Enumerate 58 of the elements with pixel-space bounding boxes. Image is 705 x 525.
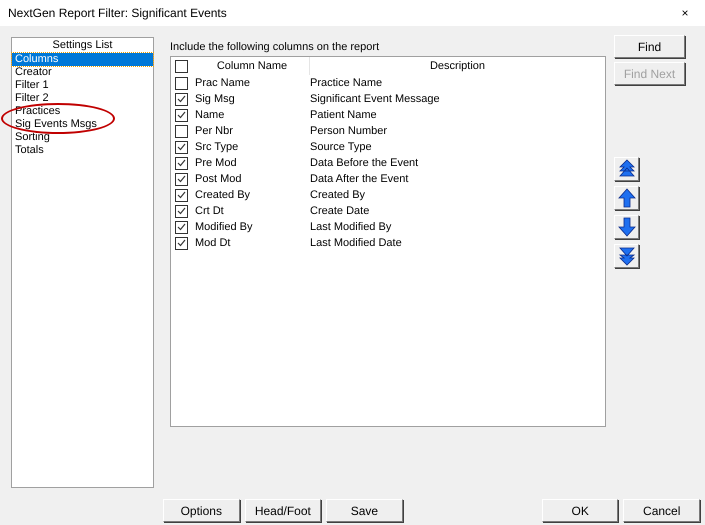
columns-label: Include the following columns on the report <box>170 40 380 55</box>
settings-list-item[interactable]: Sorting <box>12 131 52 144</box>
checkbox[interactable] <box>175 156 188 170</box>
table-cell: Data Before the Event <box>310 157 418 169</box>
window-title: NextGen Report Filter: Significant Events <box>8 6 227 20</box>
move-down-button[interactable] <box>614 215 639 239</box>
checkbox[interactable] <box>175 204 188 218</box>
table-cell: Create Date <box>310 205 370 217</box>
footer-button[interactable]: Cancel <box>623 499 700 522</box>
table-cell-text: Sig Msg <box>195 93 236 105</box>
settings-list-item[interactable]: Totals <box>12 144 46 157</box>
checkbox[interactable] <box>175 236 188 250</box>
footer-button[interactable]: Save <box>326 499 403 522</box>
table-cell-text: Per Nbr <box>195 125 234 137</box>
table-cell-text: Crt Dt <box>195 205 225 217</box>
column-header[interactable]: Column Name <box>195 57 310 75</box>
move-up-button[interactable] <box>614 186 639 210</box>
table-cell-text: Prac Name <box>195 77 252 89</box>
side-button[interactable]: Find <box>614 35 685 58</box>
checkbox[interactable] <box>175 108 188 122</box>
checkbox[interactable] <box>175 76 188 90</box>
settings-list-item[interactable]: Sig Events Msgs <box>12 118 99 131</box>
table-cell: Significant Event Message <box>310 93 440 105</box>
move-bottom-button[interactable] <box>614 244 639 268</box>
close-icon[interactable]: × <box>673 6 697 20</box>
table-cell: Patient Name <box>310 109 377 121</box>
table-cell-text: Mod Dt <box>195 237 232 249</box>
table-cell-text: Modified By <box>195 221 254 233</box>
checkbox[interactable] <box>175 220 188 234</box>
checkbox[interactable] <box>175 188 188 202</box>
settings-list-item[interactable]: Columns <box>12 53 153 66</box>
table-cell: Last Modified Date <box>310 237 402 249</box>
table-cell-text: Name <box>195 109 226 121</box>
settings-list-item[interactable]: Practices <box>12 105 62 118</box>
table-cell: Source Type <box>310 141 372 153</box>
settings-list-item[interactable]: Filter 1 <box>12 79 51 92</box>
checkbox[interactable] <box>175 172 188 186</box>
table-cell: Last Modified By <box>310 221 392 233</box>
table-cell-text: Created By <box>195 189 252 201</box>
checkbox[interactable] <box>175 124 188 138</box>
table-cell: Person Number <box>310 125 388 137</box>
footer-button[interactable]: Options <box>163 499 240 522</box>
table-cell-text: Post Mod <box>195 173 242 185</box>
checkbox[interactable] <box>175 60 188 72</box>
settings-list-item[interactable]: Creator <box>12 66 54 79</box>
table-cell-text: Pre Mod <box>195 157 238 169</box>
table-cell: Practice Name <box>310 77 382 89</box>
move-top-button[interactable] <box>614 157 639 181</box>
list-header: Settings List <box>52 38 114 53</box>
checkbox[interactable] <box>175 92 188 106</box>
table-cell-text: Src Type <box>195 141 240 153</box>
footer-button[interactable]: OK <box>542 499 618 522</box>
checkbox[interactable] <box>175 140 188 154</box>
table-cell: Data After the Event <box>310 173 408 185</box>
column-header[interactable]: Description <box>310 57 605 75</box>
footer-button[interactable]: Head/Foot <box>244 499 322 522</box>
table-cell: Created By <box>310 189 366 201</box>
settings-list-item[interactable]: Filter 2 <box>12 92 51 105</box>
